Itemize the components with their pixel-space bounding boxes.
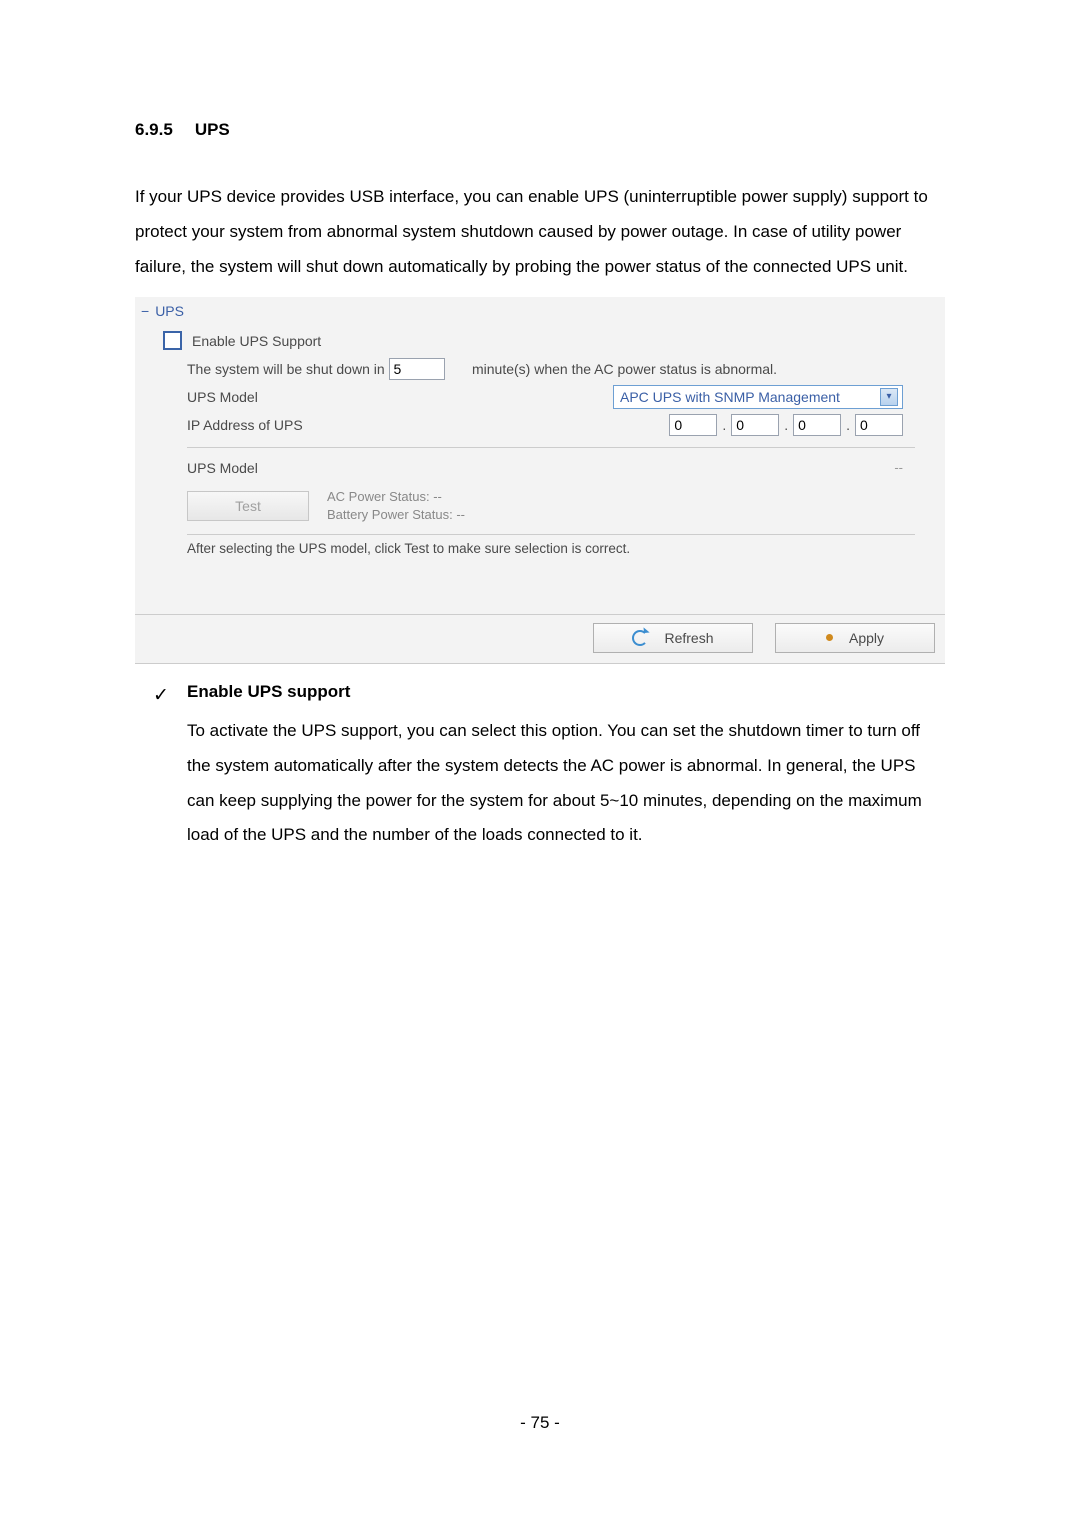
section-heading: 6.9.5 UPS bbox=[135, 120, 945, 140]
ip-octet-4[interactable] bbox=[855, 414, 903, 436]
refresh-icon bbox=[632, 630, 648, 646]
shutdown-minutes-input[interactable] bbox=[389, 358, 445, 380]
enable-label: Enable UPS Support bbox=[192, 333, 321, 349]
heading-title: UPS bbox=[195, 120, 230, 139]
ups-model-label: UPS Model bbox=[187, 389, 258, 405]
page-number: - 75 - bbox=[135, 1413, 945, 1433]
ups-model-status-label: UPS Model bbox=[187, 460, 258, 476]
panel-title: UPS bbox=[155, 303, 184, 319]
shutdown-sentence-post: minute(s) when the AC power status is ab… bbox=[472, 361, 777, 377]
ip-label: IP Address of UPS bbox=[187, 417, 303, 433]
shutdown-sentence-pre: The system will be shut down in bbox=[187, 361, 385, 377]
intro-paragraph: If your UPS device provides USB interfac… bbox=[135, 180, 945, 285]
ac-power-status: AC Power Status: -- bbox=[327, 488, 465, 506]
ups-panel: −UPS Enable UPS Support The system will … bbox=[135, 297, 945, 664]
apply-button[interactable]: Apply bbox=[775, 623, 935, 653]
enable-checkbox[interactable] bbox=[163, 331, 182, 350]
panel-header[interactable]: −UPS bbox=[135, 297, 945, 323]
test-button[interactable]: Test bbox=[187, 491, 309, 521]
chevron-down-icon: ▾ bbox=[880, 388, 898, 406]
heading-number: 6.9.5 bbox=[135, 120, 173, 139]
battery-power-status: Battery Power Status: -- bbox=[327, 506, 465, 524]
ip-octet-2[interactable] bbox=[731, 414, 779, 436]
subsection-title: Enable UPS support bbox=[187, 682, 945, 702]
ups-model-value: APC UPS with SNMP Management bbox=[620, 389, 840, 405]
ip-octet-1[interactable] bbox=[669, 414, 717, 436]
ip-octet-3[interactable] bbox=[793, 414, 841, 436]
checkmark-icon: ✓ bbox=[135, 682, 187, 853]
button-bar: Refresh Apply bbox=[135, 614, 945, 663]
collapse-icon[interactable]: − bbox=[141, 303, 149, 319]
ups-model-select[interactable]: APC UPS with SNMP Management ▾ bbox=[613, 385, 903, 409]
subsection-text: To activate the UPS support, you can sel… bbox=[187, 714, 945, 853]
ups-model-status-value: -- bbox=[894, 460, 915, 475]
apply-icon bbox=[826, 634, 833, 641]
refresh-button[interactable]: Refresh bbox=[593, 623, 753, 653]
ip-address-group: . . . bbox=[669, 414, 903, 436]
selection-hint: After selecting the UPS model, click Tes… bbox=[187, 541, 915, 556]
